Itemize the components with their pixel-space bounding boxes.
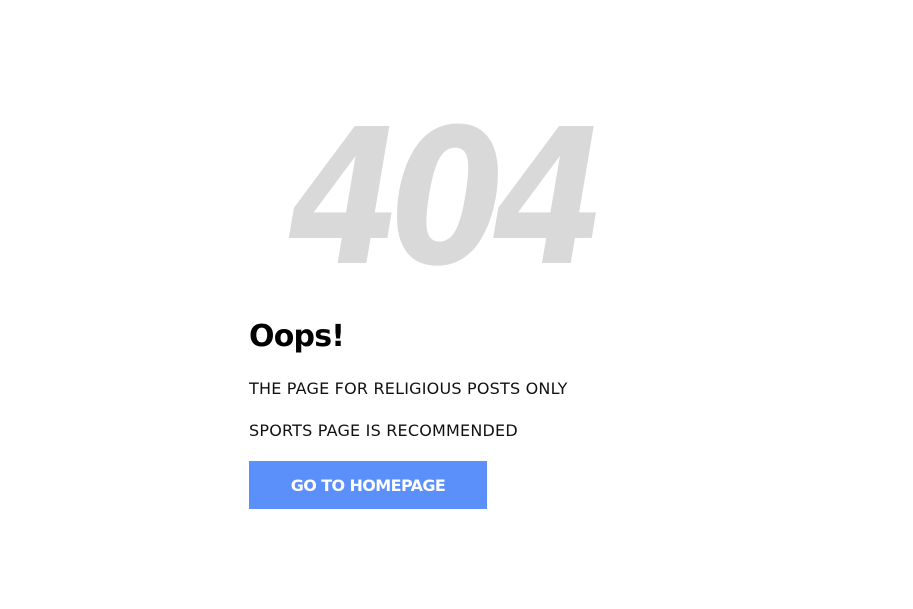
error-code: 404 xyxy=(288,89,606,308)
error-page: 404 Oops! THE PAGE FOR RELIGIOUS POSTS O… xyxy=(0,0,913,609)
go-to-homepage-button[interactable]: GO TO HOMEPAGE xyxy=(249,461,487,509)
error-message-line-2: SPORTS PAGE IS RECOMMENDED xyxy=(249,421,518,440)
error-heading: Oops! xyxy=(249,319,345,354)
error-code-graphic: 404 xyxy=(250,89,634,308)
error-message-line-1: THE PAGE FOR RELIGIOUS POSTS ONLY xyxy=(249,379,568,398)
